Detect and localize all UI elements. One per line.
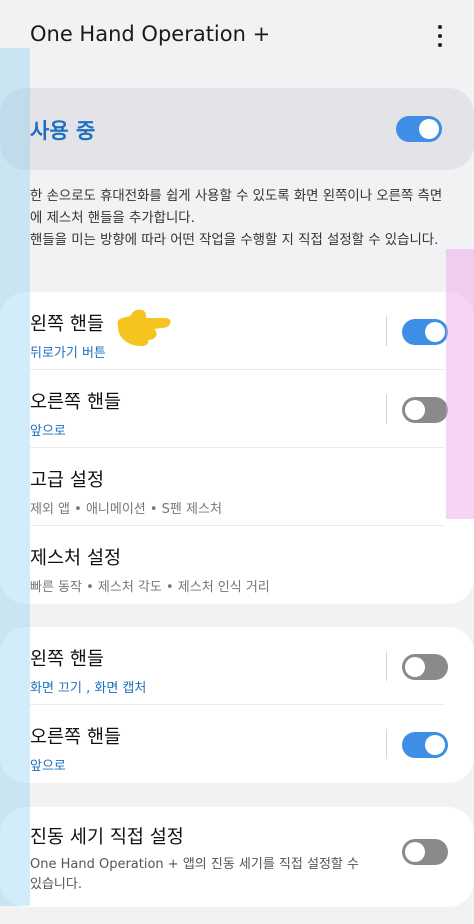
app-bar: One Hand Operation + [0,0,474,76]
gesture-settings-subtitle: 빠른 동작 • 제스처 각도 • 제스처 인식 거리 [30,580,270,595]
left-handle-switch-2[interactable] [402,654,448,680]
right-handle-title-2: 오른쪽 핸들 [30,727,121,748]
switch-knob [419,119,439,139]
description-line-1: 한 손으로도 휴대전화를 쉽게 사용할 수 있도록 화면 왼쪽이나 오른쪽 측면… [30,189,443,226]
more-options-icon[interactable] [428,22,452,50]
more-dot [438,34,442,38]
right-handle-row[interactable]: 오른쪽 핸들 앞으로 [0,370,474,448]
right-handle-subtitle-2: 앞으로 [30,759,66,774]
right-handle-title: 오른쪽 핸들 [30,392,121,413]
left-handle-row[interactable]: 왼쪽 핸들 뒤로가기 버튼 [0,292,474,370]
switch-knob [425,322,445,342]
master-switch-card[interactable]: 사용 중 [0,88,474,170]
right-handle-row-2[interactable]: 오른쪽 핸들 앞으로 [0,705,474,783]
advanced-settings-title: 고급 설정 [30,470,104,491]
vibration-card: 진동 세기 직접 설정 One Hand Operation + 앱의 진동 세… [0,807,474,907]
feature-description: 한 손으로도 휴대전화를 쉽게 사용할 수 있도록 화면 왼쪽이나 오른쪽 측면… [30,186,444,252]
row-separator [386,394,387,424]
vibration-subtitle-line-1: One Hand Operation + 앱의 진동 세기를 직접 설정할 수 [30,857,359,872]
more-dot [438,25,442,29]
right-handle-switch[interactable] [402,397,448,423]
switch-knob [405,657,425,677]
gesture-settings-title: 제스처 설정 [30,548,121,569]
row-separator [386,316,387,346]
vibration-row[interactable]: 진동 세기 직접 설정 One Hand Operation + 앱의 진동 세… [0,807,474,907]
left-handle-title: 왼쪽 핸들 [30,314,104,335]
row-separator [386,651,387,681]
switch-knob [425,735,445,755]
right-handle-switch-2[interactable] [402,732,448,758]
master-switch[interactable] [396,116,442,142]
switch-knob [405,400,425,420]
left-handle-subtitle: 뒤로가기 버튼 [30,346,106,361]
app-title: One Hand Operation + [30,22,271,46]
description-line-2: 핸들을 미는 방향에 따라 어떤 작업을 수행할 지 직접 설정할 수 있습니다… [30,233,439,248]
left-handle-row-2[interactable]: 왼쪽 핸들 화면 끄기 , 화면 캡처 [0,627,474,705]
advanced-settings-row[interactable]: 고급 설정 제외 앱 • 애니메이션 • S펜 제스처 [0,448,474,526]
left-handle-subtitle-2: 화면 끄기 , 화면 캡처 [30,681,147,696]
vibration-title: 진동 세기 직접 설정 [30,827,184,848]
vibration-subtitle-line-2: 있습니다. [30,877,82,892]
advanced-settings-subtitle: 제외 앱 • 애니메이션 • S펜 제스처 [30,502,222,517]
gesture-settings-row[interactable]: 제스처 설정 빠른 동작 • 제스처 각도 • 제스처 인식 거리 [0,526,474,604]
row-separator [386,729,387,759]
left-handle-title-2: 왼쪽 핸들 [30,649,104,670]
master-switch-label: 사용 중 [30,119,96,143]
left-handle-switch[interactable] [402,319,448,345]
right-handle-subtitle: 앞으로 [30,424,66,439]
handles-settings-card-2: 왼쪽 핸들 화면 끄기 , 화면 캡처 오른쪽 핸들 앞으로 [0,627,474,783]
more-dot [438,43,442,47]
switch-knob [405,842,425,862]
vibration-switch[interactable] [402,839,448,865]
handles-settings-card: 왼쪽 핸들 뒤로가기 버튼 오른쪽 핸들 앞으로 고급 설정 제외 앱 • 애니… [0,292,474,604]
